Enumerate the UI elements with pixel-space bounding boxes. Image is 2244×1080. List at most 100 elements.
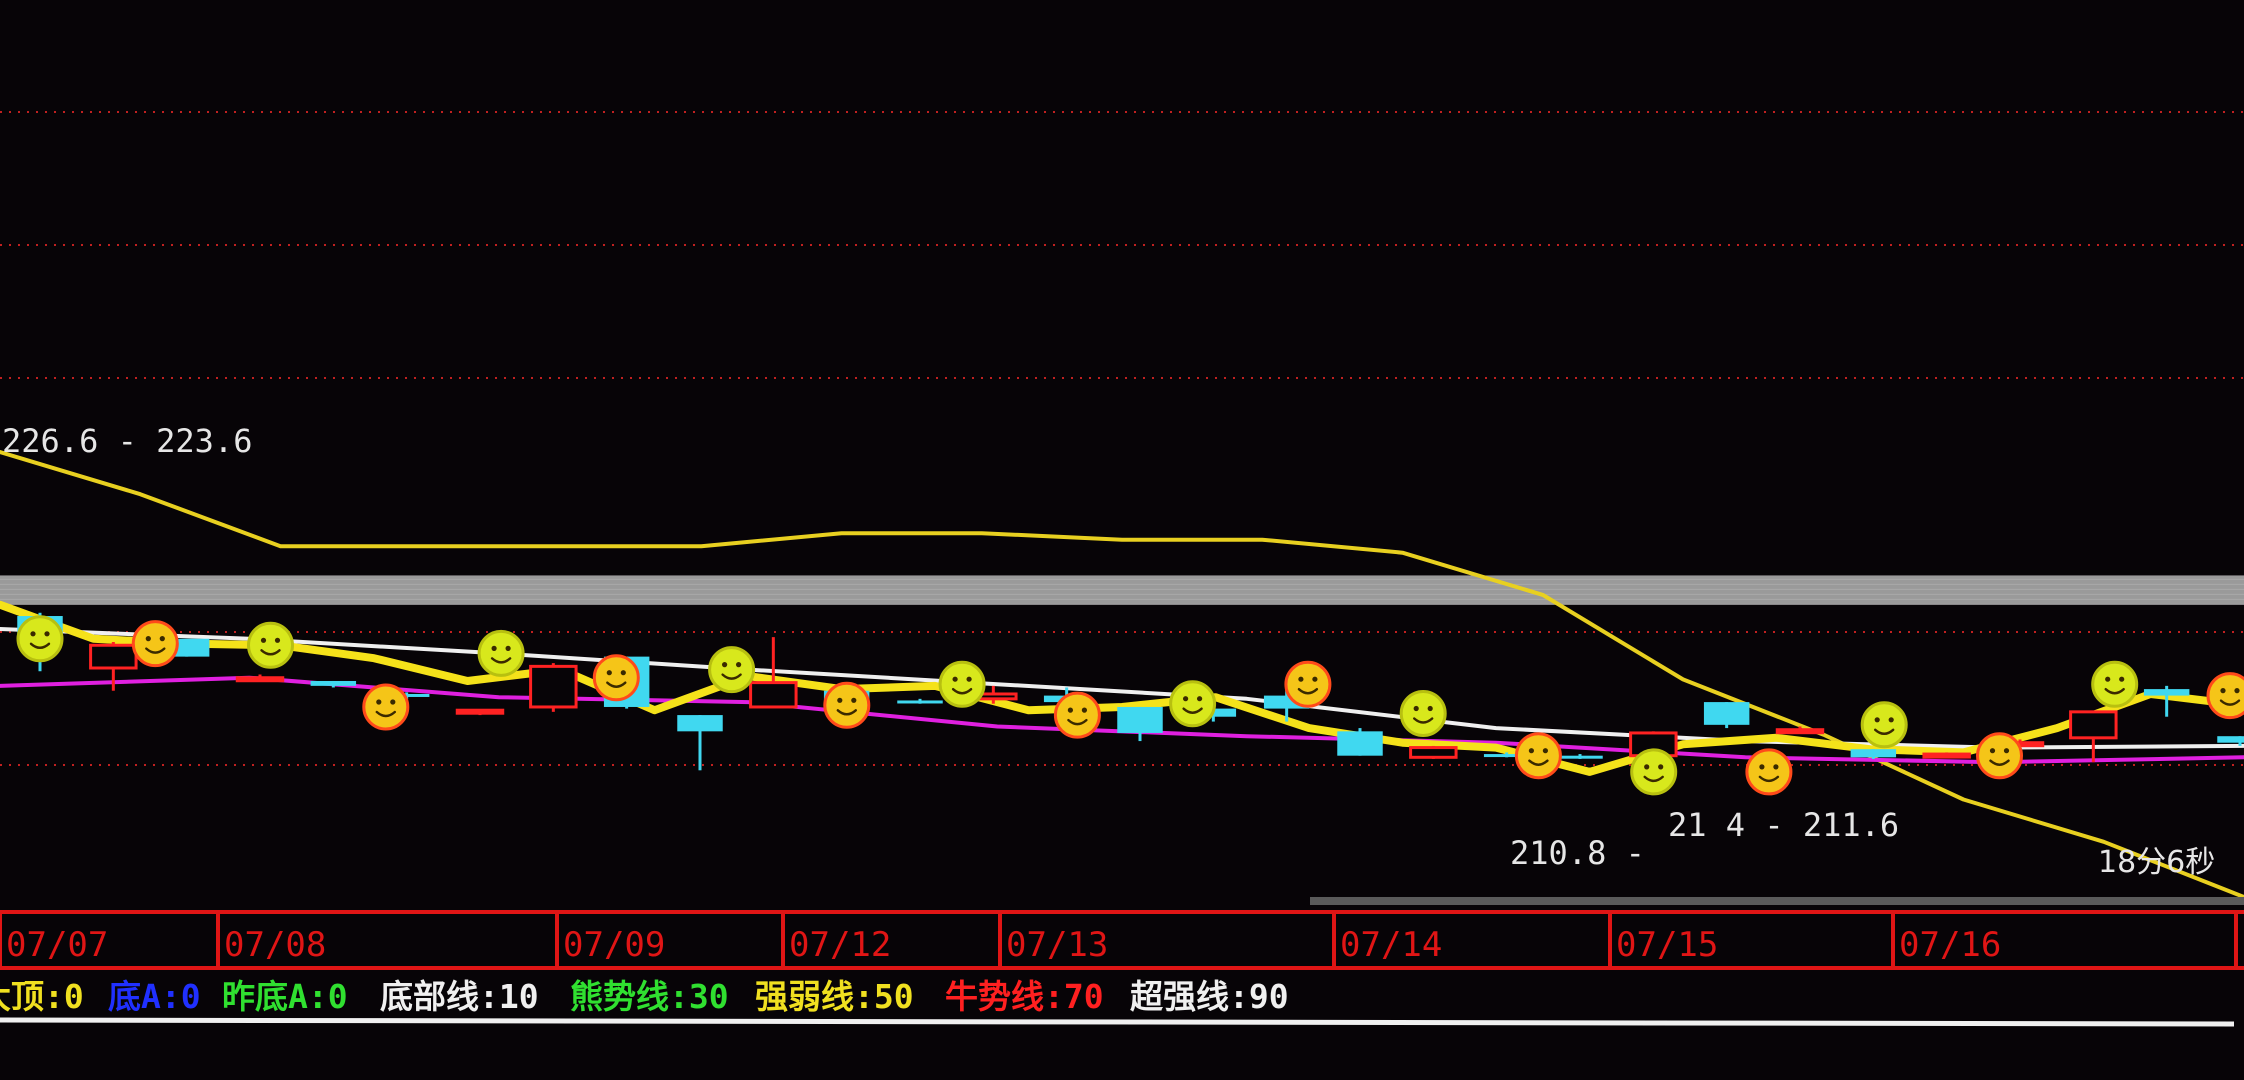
candle-body-down [1117,706,1163,733]
smiley-eye [260,637,267,643]
smiley-face [1169,680,1217,728]
countdown-label: 18分6秒 [2098,845,2215,880]
candle-body-up [2069,710,2118,740]
smiley-marker [1284,660,1332,708]
smiley-face [2091,660,2139,708]
smiley-face [592,654,640,702]
smiley-eye [505,645,511,651]
smiley-eye [1874,717,1880,723]
smiley-marker [131,620,179,668]
smiley-eye [620,670,626,676]
smiley-marker [477,629,525,677]
upper-range-label: 226.6 - 223.6 [2,422,252,460]
date-label: 07/15 [1616,925,1718,965]
candle-body-down [1337,731,1383,756]
smiley-eye [2119,676,2125,682]
candlestick-chart[interactable]: 226.6 - 223.6 210.8 - 21 4 - 211.6 18分6秒… [0,0,2244,1080]
legend-item: 底A:0 [108,977,201,1016]
candle-body-up [749,681,798,709]
smiley-eye [952,676,958,682]
legend-item: 大顶:0 [0,977,84,1016]
yellow-trend-line [0,600,2244,776]
indicator-legend: 大顶:0 底A:0 昨底A:0 底部线:10 熊势线:30 强弱线:50 牛势线:70 超强线… [0,977,2235,1027]
smiley-eye [736,662,742,668]
smiley-face [131,620,179,668]
smiley-eye [376,699,382,705]
upper-envelope-line [0,450,2244,899]
date-label: 07/14 [1340,925,1442,965]
smiley-eye [606,670,612,676]
candle-body-up [1775,728,1825,735]
smiley-eye [1067,707,1073,713]
smiley-marker [592,654,640,702]
candle [1409,745,1458,759]
smiley-eye [1888,717,1894,723]
date-label: 07/07 [6,925,108,965]
candle-body-up [529,664,578,709]
candle [1117,706,1163,742]
candle-body-up [1409,746,1458,759]
smiley-eye [44,631,50,637]
smiley-marker [2091,660,2139,708]
smiley-eye [1427,705,1433,712]
candle [2069,710,2118,763]
candle [1922,752,1971,759]
smiley-eye [1644,764,1650,770]
smiley-marker [362,683,410,731]
smiley-face [823,681,871,729]
candle-body-up [1922,752,1971,759]
smiley-eye [1183,696,1189,702]
smiley-eye [2220,688,2226,694]
smiley-eye [2105,676,2111,682]
legend-item: 牛势线:70 [945,977,1104,1016]
smiley-marker [823,681,871,729]
smiley-marker [1860,701,1908,749]
candle-body-up [455,708,505,715]
smiley-eye [1773,764,1779,770]
smiley-face [16,615,64,663]
smiley-eye [1312,676,1318,682]
smiley-face [1745,748,1793,796]
candle-body-down [677,715,723,732]
horizontal-scrollbar [1310,897,2244,905]
smiley-face [708,646,756,694]
candle [1337,728,1383,756]
candle [529,663,578,712]
chart-screen: 226.6 - 223.6 210.8 - 21 4 - 211.6 18分6秒… [0,0,2244,1080]
legend-item: 超强线:90 [1130,977,1289,1016]
smiley-eye [491,645,497,651]
smiley-marker [1745,748,1793,796]
smiley-eye [1759,764,1765,770]
smiley-marker [1053,691,1101,739]
smiley-eye [1989,748,1996,754]
smiley-face [477,629,525,677]
smiley-face [1976,732,2023,780]
smiley-marker [16,615,64,663]
smiley-eye [2234,688,2240,694]
candle-body-down [2143,689,2190,696]
price-band [0,575,2244,605]
date-label: 07/13 [1006,925,1108,965]
legend-item: 底部线:10 [380,977,539,1016]
smiley-face [362,683,410,731]
candle [1775,726,1825,735]
grid-lines [0,111,2244,766]
candle [897,698,943,704]
date-label: 07/08 [224,925,326,965]
date-label: 07/16 [1899,925,2001,965]
smiley-marker [247,621,294,669]
smiley-eye [159,636,165,642]
smiley-marker [1976,732,2023,780]
smiley-eye [722,662,728,668]
smiley-eye [966,676,972,682]
smiley-eye [1542,748,1548,754]
smiley-face [1860,701,1908,749]
candle [1703,702,1750,729]
smiley-face [1630,748,1678,796]
candle-body-down [1703,702,1750,725]
lower-range-left-label: 210.8 - [1510,834,1645,872]
candle [1557,754,1603,759]
smiley-face [938,660,986,708]
indicator-lines [0,450,2244,899]
smiley-eye [1081,707,1087,713]
